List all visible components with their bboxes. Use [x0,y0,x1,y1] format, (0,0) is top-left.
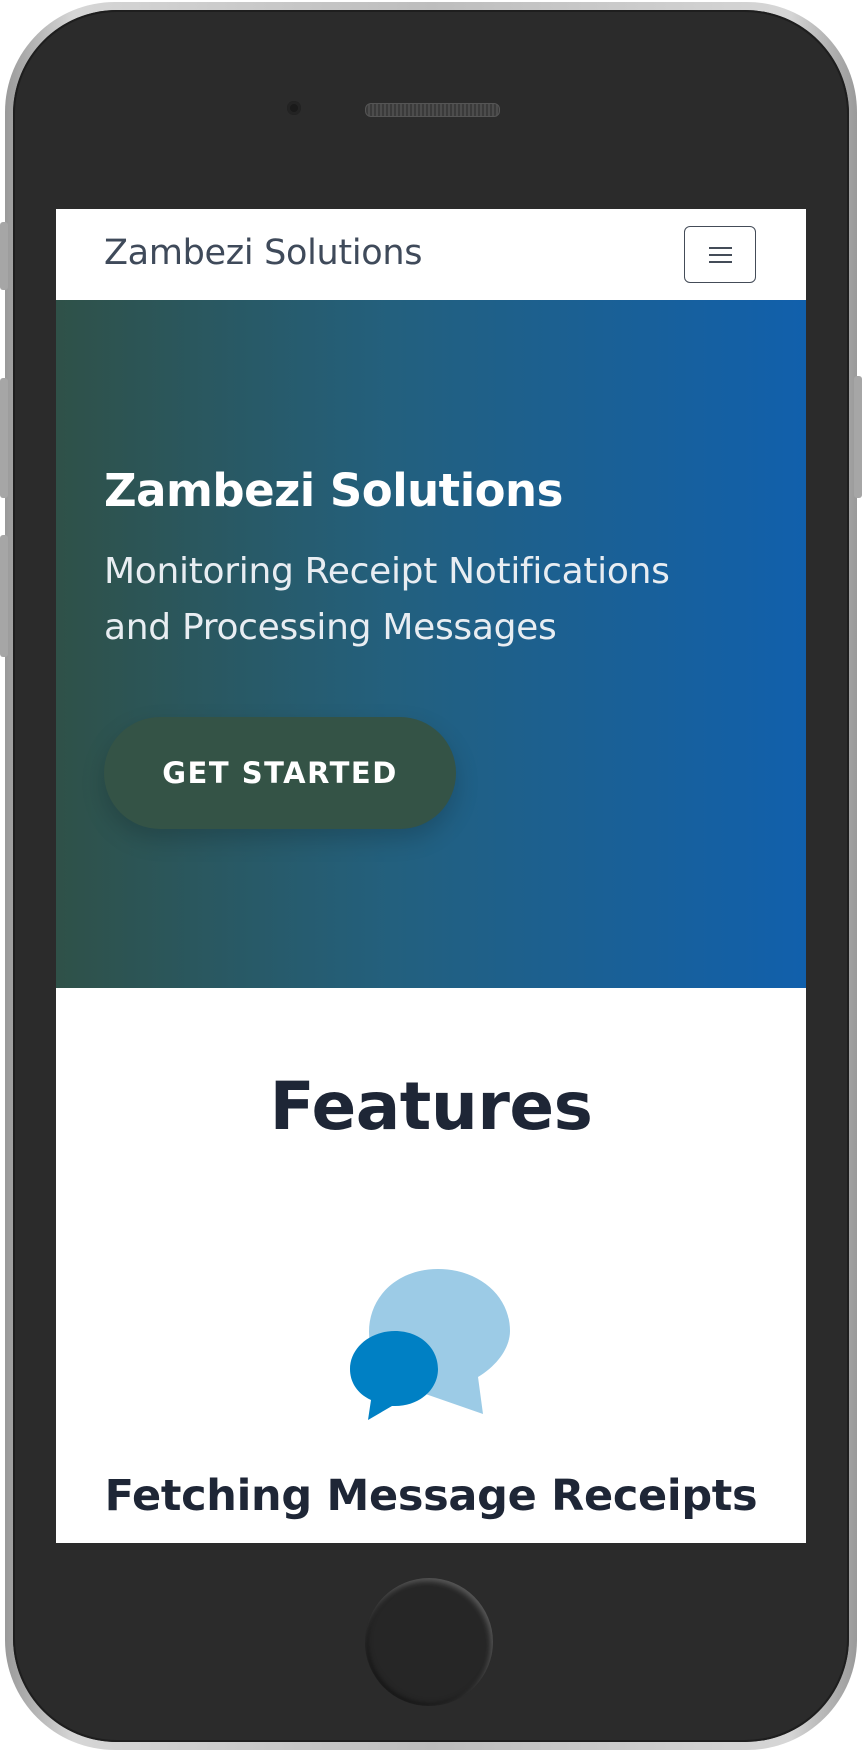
phone-side-button-power [854,376,862,498]
screen: Zambezi Solutions Zambezi Solutions Moni… [56,209,806,1543]
get-started-button[interactable]: GET STARTED [104,717,456,829]
phone-side-button-mute [0,222,8,290]
chat-bubble-front [350,1331,438,1420]
chat-bubbles-icon [350,1269,510,1420]
navbar-brand[interactable]: Zambezi Solutions [104,233,423,273]
hero-subtitle: Monitoring Receipt Notifications and Pro… [104,551,670,648]
features-title: Features [269,1068,593,1145]
phone-side-button-volume-down [0,535,8,657]
hero-title: Zambezi Solutions [104,464,563,517]
feature-heading: Fetching Message Receipts [104,1471,758,1521]
earpiece-speaker [365,103,500,117]
home-button[interactable] [365,1578,493,1706]
front-camera [287,101,301,115]
hamburger-menu-icon [709,247,732,263]
hero-section: Zambezi Solutions Monitoring Receipt Not… [56,300,806,988]
navbar-toggler-button[interactable] [684,226,756,283]
navbar: Zambezi Solutions [56,209,806,300]
phone-side-button-volume-up [0,378,8,498]
